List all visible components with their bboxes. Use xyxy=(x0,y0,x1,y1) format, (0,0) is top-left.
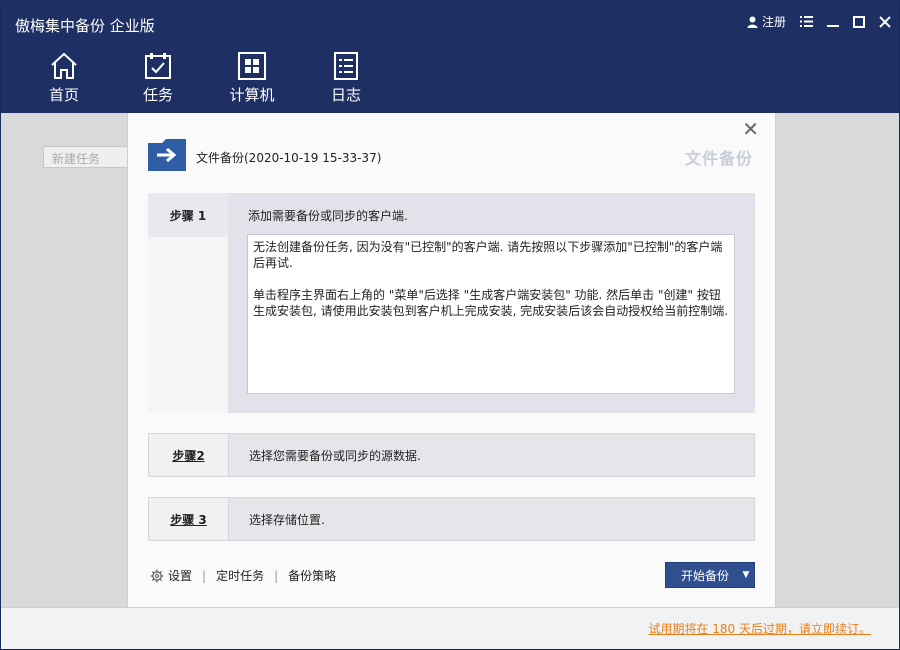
window-controls: 注册 xyxy=(747,13,891,30)
app-title: 傲梅集中备份 企业版 xyxy=(15,17,155,35)
user-icon xyxy=(747,16,758,28)
message-paragraph-1: 无法创建备份任务, 因为没有"已控制"的客户端. 请先按照以下步骤添加"已控制"… xyxy=(253,240,723,270)
minimize-icon xyxy=(827,24,839,27)
background-left-panel xyxy=(9,113,127,607)
step2-tab[interactable]: 步骤2 xyxy=(149,434,229,476)
dialog-title: 文件备份(2020-10-19 15-33-37) xyxy=(196,151,382,165)
start-backup-button[interactable]: 开始备份 ▼ xyxy=(665,562,755,588)
dialog-type-label: 文件备份 xyxy=(684,149,753,168)
step1-body: 添加需要备份或同步的客户端. 无法创建备份任务, 因为没有"已控制"的客户端. … xyxy=(228,193,755,413)
schedule-link[interactable]: 定时任务 xyxy=(216,567,264,584)
minimize-button[interactable] xyxy=(827,16,839,28)
footer-separator: | xyxy=(202,568,207,583)
step1-panel: 步骤 1 添加需要备份或同步的客户端. 无法创建备份任务, 因为没有"已控制"的… xyxy=(148,193,755,413)
menu-icon xyxy=(800,16,813,27)
nav-home[interactable]: 首页 xyxy=(17,51,111,107)
status-bar: 试用期将在 180 天后过期，请立即续订。 xyxy=(1,607,899,649)
computer-icon xyxy=(238,52,266,80)
close-window-button[interactable] xyxy=(879,15,891,28)
task-icon xyxy=(145,53,171,79)
maximize-button[interactable] xyxy=(853,15,865,28)
dialog-close-button[interactable]: ✕ xyxy=(742,119,759,139)
nav-computer[interactable]: 计算机 xyxy=(205,51,299,107)
top-bar: 傲梅集中备份 企业版 注册 首页 任务 计算机 日志 xyxy=(1,1,899,113)
nav-log[interactable]: 日志 xyxy=(299,51,393,107)
main-nav: 首页 任务 计算机 日志 xyxy=(1,51,393,107)
nav-home-label: 首页 xyxy=(48,86,79,104)
nav-task-label: 任务 xyxy=(142,86,173,104)
close-icon xyxy=(879,15,891,28)
step2-panel: 步骤2 选择您需要备份或同步的源数据. xyxy=(148,433,755,477)
background-right-panel xyxy=(776,113,891,607)
step3-tab[interactable]: 步骤 3 xyxy=(149,498,229,540)
step1-tab[interactable]: 步骤 1 xyxy=(148,193,228,237)
register-button[interactable]: 注册 xyxy=(747,13,786,30)
step1-message-box: 无法创建备份任务, 因为没有"已控制"的客户端. 请先按照以下步骤添加"已控制"… xyxy=(247,234,735,394)
menu-button[interactable] xyxy=(800,16,813,27)
nav-computer-label: 计算机 xyxy=(229,86,275,104)
footer-separator: | xyxy=(274,568,279,583)
gear-icon xyxy=(150,569,164,582)
register-label: 注册 xyxy=(761,15,786,29)
settings-link[interactable]: 设置 xyxy=(150,567,192,584)
nav-log-label: 日志 xyxy=(330,86,361,104)
step2-description: 选择您需要备份或同步的源数据. xyxy=(249,449,421,463)
step3-panel: 步骤 3 选择存储位置. xyxy=(148,497,755,541)
step1-description: 添加需要备份或同步的客户端. xyxy=(248,209,408,223)
log-icon xyxy=(334,52,358,80)
nav-task[interactable]: 任务 xyxy=(111,51,205,107)
start-backup-label: 开始备份 xyxy=(681,568,730,583)
new-task-field[interactable]: 新建任务 xyxy=(43,146,129,168)
settings-label: 设置 xyxy=(168,569,193,583)
maximize-icon xyxy=(853,15,865,28)
home-icon xyxy=(51,52,77,79)
message-paragraph-2: 单击程序主界面右上角的 "菜单"后选择 "生成客户端安装包" 功能. 然后单击 … xyxy=(253,288,729,318)
step1-left-spacer xyxy=(148,237,228,413)
strategy-link[interactable]: 备份策略 xyxy=(288,567,336,584)
file-backup-icon xyxy=(148,139,186,171)
step3-description: 选择存储位置. xyxy=(249,513,325,527)
trial-expiry-link[interactable]: 试用期将在 180 天后过期，请立即续订。 xyxy=(648,620,871,637)
dialog-footer-links: 设置 | 定时任务 | 备份策略 xyxy=(150,567,336,584)
dropdown-arrow-icon[interactable]: ▼ xyxy=(738,570,754,580)
app-window: 傲梅集中备份 企业版 注册 首页 任务 计算机 日志 新建任务 ✕ 文件备份(2… xyxy=(0,0,900,650)
backup-dialog: ✕ 文件备份(2020-10-19 15-33-37) 文件备份 步骤 1 添加… xyxy=(127,113,776,607)
